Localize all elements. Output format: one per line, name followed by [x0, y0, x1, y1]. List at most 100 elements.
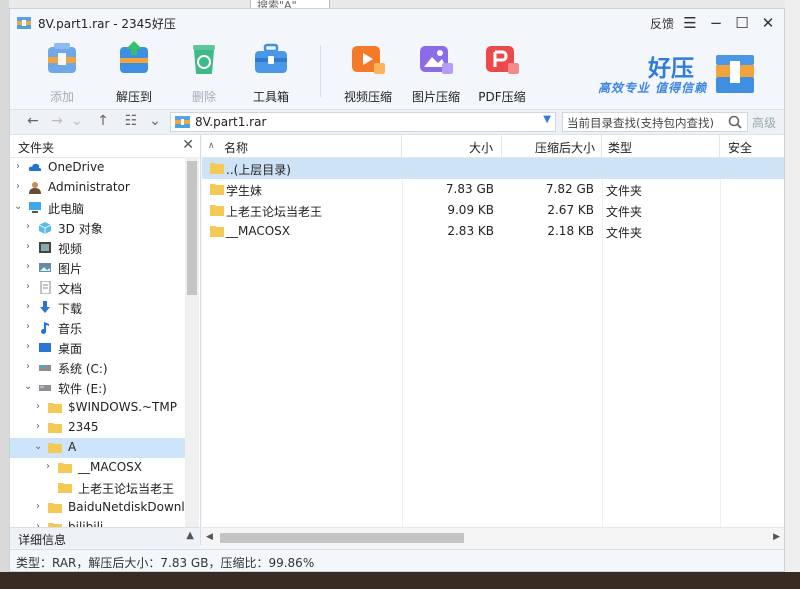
back-arrow-icon[interactable]: ←: [24, 112, 42, 130]
sidebar-scroll-thumb[interactable]: [187, 161, 197, 295]
haozip-window: 8V.part1.rar - 2345好压 反馈 ☰ − ☐ ✕ 添加 解压到: [9, 8, 785, 572]
tree-item-3d-objects[interactable]: › 3D 对象: [10, 218, 186, 238]
status-bar: 类型：RAR，解压后大小：7.83 GB，压缩比：99.86%: [10, 549, 784, 571]
address-dropdown-icon[interactable]: ▼: [543, 114, 551, 125]
toolbox-icon: [255, 43, 287, 73]
tree-item-documents[interactable]: › 文档: [10, 278, 186, 298]
drive-icon: [39, 365, 51, 371]
title-bar: 8V.part1.rar - 2345好压 反馈 ☰ − ☐ ✕: [10, 9, 784, 37]
view-dropdown-icon[interactable]: ⌄: [146, 112, 164, 130]
tree-item-laowang[interactable]: 上老王论坛当老王: [10, 478, 186, 498]
chevron-right-icon[interactable]: ›: [16, 181, 26, 192]
column-security[interactable]: 安全: [720, 135, 784, 157]
tree-item-desktop[interactable]: › 桌面: [10, 338, 186, 358]
add-button-label: 添加: [49, 90, 74, 104]
pdf-compress-button[interactable]: PDF压缩: [474, 37, 530, 104]
3d-objects-icon: [38, 222, 52, 234]
chevron-right-icon[interactable]: ›: [26, 341, 36, 352]
chevron-right-icon[interactable]: ›: [26, 281, 36, 292]
image-compress-button[interactable]: 图片压缩: [408, 37, 464, 104]
background-bottom-strip: [0, 572, 800, 589]
tree-item-2345[interactable]: › 2345: [10, 418, 186, 438]
chevron-down-icon[interactable]: ⌄: [34, 441, 44, 452]
sidebar-header: 文件夹 ✕: [10, 135, 200, 158]
chevron-right-icon[interactable]: ›: [46, 461, 56, 472]
column-size[interactable]: 大小: [402, 135, 502, 157]
scroll-right-icon[interactable]: ▶: [773, 532, 780, 542]
tree-item-windows-tmp[interactable]: › $WINDOWS.~TMP: [10, 398, 186, 418]
tree-item-drive-c[interactable]: › 系统 (C:): [10, 358, 186, 378]
minimize-icon[interactable]: −: [706, 13, 726, 33]
chevron-right-icon[interactable]: ›: [26, 361, 36, 372]
file-row-parent[interactable]: ..(上层目录): [202, 158, 784, 179]
search-icon[interactable]: [727, 114, 743, 130]
details-bar[interactable]: 详细信息 ▲: [10, 527, 200, 548]
file-row[interactable]: 上老王论坛当老王 9.09 KB 2.67 KB 文件夹: [202, 200, 784, 221]
chevron-right-icon[interactable]: ›: [26, 261, 36, 272]
tree-item-drive-e[interactable]: ⌄ 软件 (E:): [10, 378, 186, 398]
up-arrow-icon[interactable]: ↑: [94, 112, 112, 130]
navigation-bar: ← → ⌄ ↑ ☷ ⌄ 8V.part1.rar ▼ 高级: [10, 109, 784, 135]
chevron-right-icon[interactable]: ›: [36, 401, 46, 412]
tree-item-downloads[interactable]: › 下载: [10, 298, 186, 318]
tree-item-this-pc[interactable]: ⌄ 此电脑: [10, 198, 186, 218]
column-type[interactable]: 类型: [602, 135, 720, 157]
sidebar-close-icon[interactable]: ✕: [182, 137, 194, 153]
horizontal-scrollbar[interactable]: ◀ ▶: [202, 527, 784, 547]
search-input[interactable]: [565, 114, 727, 132]
toolbox-button[interactable]: 工具箱: [243, 37, 299, 104]
chevron-down-icon[interactable]: ⌄: [14, 201, 24, 212]
extract-button[interactable]: 解压到: [106, 37, 162, 104]
tree-item-pictures[interactable]: › 图片: [10, 258, 186, 278]
pictures-folder-icon: [39, 263, 51, 272]
tree-item-onedrive[interactable]: › OneDrive: [10, 158, 186, 178]
close-icon[interactable]: ✕: [758, 13, 778, 33]
expand-up-icon[interactable]: ▲: [186, 530, 194, 541]
desktop-folder-icon: [39, 343, 51, 352]
folder-icon: [210, 163, 224, 174]
chevron-right-icon[interactable]: ›: [26, 301, 36, 312]
delete-button[interactable]: 删除: [176, 37, 232, 104]
menu-icon[interactable]: ☰: [680, 13, 700, 33]
file-row[interactable]: __MACOSX 2.83 KB 2.18 KB 文件夹: [202, 221, 784, 242]
video-compress-button[interactable]: 视频压缩: [340, 37, 396, 104]
chevron-right-icon[interactable]: ›: [36, 421, 46, 432]
chevron-right-icon[interactable]: ›: [16, 161, 26, 172]
tree-item-macosx[interactable]: › __MACOSX: [10, 458, 186, 478]
address-bar[interactable]: 8V.part1.rar ▼: [170, 112, 556, 132]
add-button[interactable]: 添加: [34, 37, 90, 104]
tree-item-music[interactable]: › 音乐: [10, 318, 186, 338]
details-label: 详细信息: [18, 533, 67, 547]
video-compress-icon: [352, 46, 385, 74]
tree-item-baidunetdisk[interactable]: › BaiduNetdiskDownl: [10, 498, 186, 518]
column-packed-size[interactable]: 压缩后大小: [502, 135, 602, 157]
file-row[interactable]: 学生妹 7.83 GB 7.82 GB 文件夹: [202, 179, 784, 200]
horizontal-scroll-thumb[interactable]: [220, 533, 464, 543]
chevron-right-icon[interactable]: ›: [26, 221, 36, 232]
chevron-right-icon[interactable]: ›: [26, 321, 36, 332]
scroll-left-icon[interactable]: ◀: [206, 532, 213, 542]
maximize-icon[interactable]: ☐: [732, 13, 752, 33]
tree-item-a[interactable]: ⌄ A: [10, 438, 186, 458]
sidebar-scrollbar[interactable]: [185, 157, 199, 545]
column-name[interactable]: ∧ 名称: [202, 135, 402, 157]
advanced-search-link[interactable]: 高级: [752, 114, 776, 131]
tree-item-videos[interactable]: › 视频: [10, 238, 186, 258]
folder-icon: [48, 423, 62, 433]
downloads-folder-icon: [40, 301, 50, 313]
chevron-right-icon[interactable]: ›: [26, 241, 36, 252]
chevron-down-icon[interactable]: ⌄: [24, 381, 34, 392]
feedback-link[interactable]: 反馈: [650, 15, 674, 32]
image-compress-label: 图片压缩: [411, 90, 460, 104]
forward-arrow-icon[interactable]: →: [48, 112, 66, 130]
chevron-right-icon[interactable]: ›: [36, 501, 46, 512]
haozip-logo-icon: [716, 55, 754, 93]
forward-dropdown-icon[interactable]: ⌄: [68, 112, 86, 130]
tree-item-administrator[interactable]: › Administrator: [10, 178, 186, 198]
folder-icon: [210, 205, 224, 216]
toolbar: 添加 解压到 删除 工具箱 视频压缩 图片压缩 PDF压缩 好压 高效专业 值得…: [10, 37, 784, 107]
search-box: [562, 112, 748, 132]
image-compress-icon: [420, 46, 453, 74]
view-mode-icon[interactable]: ☷: [122, 112, 140, 130]
documents-folder-icon: [40, 281, 51, 294]
